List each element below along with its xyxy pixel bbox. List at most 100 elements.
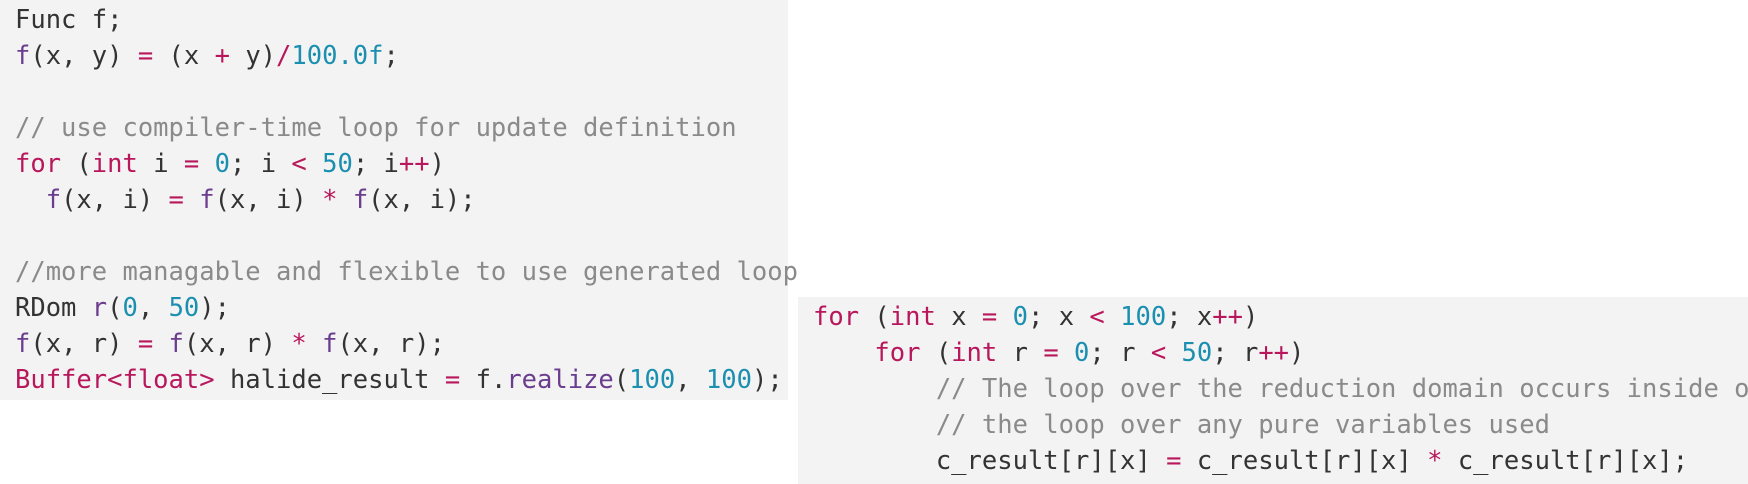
code-token: int [951,338,998,368]
code-token: ++ [1258,338,1290,368]
code-line: Buffer<float> halide_result = f.realize(… [15,362,788,398]
code-token: f [322,329,338,359]
code-line: // use compiler-time loop for update def… [15,110,788,146]
code-token: = [444,365,461,395]
code-token: ) [1242,302,1259,332]
code-token: (x, i) [214,185,323,215]
code-token: < [291,149,307,179]
code-token: ( [613,365,630,395]
code-token: , [675,365,706,395]
code-token: (x [153,41,215,71]
code-token: f [15,329,31,359]
code-token: 0 [1074,338,1090,368]
code-token: r [997,338,1044,368]
code-token: = [1043,338,1059,368]
code-line: // The loop over the reduction domain oc… [813,371,1748,407]
code-line: c_result[r][x] = c_result[r][x] * c_resu… [813,443,1748,479]
code-token: ( [107,293,123,323]
code-token: Func f; [15,5,123,35]
code-token: 0 [214,149,230,179]
code-token: < [1150,338,1167,368]
code-token: = [137,41,154,71]
code-token: c_result[r][x]; [1442,446,1689,476]
code-token: 0 [1012,302,1028,332]
code-token: for [874,338,921,368]
code-token: 50 [1181,338,1213,368]
code-token: (x, r) [183,329,292,359]
code-token: f [352,185,369,215]
code-token: f [168,329,184,359]
code-token: ++ [398,149,430,179]
code-token: f [199,185,215,215]
code-line: for (int i = 0; i < 50; i++) [15,146,788,182]
code-token: x [935,302,982,332]
code-token: ; i [352,149,399,179]
code-token: // use compiler-time loop for update def… [15,113,737,143]
code-token: = [183,149,200,179]
code-token: ; x [1027,302,1090,332]
code-token: f. [460,365,507,395]
code-token: = [137,329,154,359]
code-token: ( [61,149,92,179]
code-token: Buffer<float> [15,365,215,395]
code-token: = [168,185,184,215]
code-token: 100.0f [291,41,384,71]
code-token: ) [1289,338,1305,368]
code-token: (x, i); [368,185,476,215]
code-token: (x, r) [30,329,138,359]
code-token: c_result[r][x] [813,446,1167,476]
code-token: + [214,41,230,71]
code-token: 100 [629,365,676,395]
code-token: 100 [705,365,752,395]
code-token: ++ [1212,302,1243,332]
code-token: ); [751,365,783,395]
code-token: 100 [1120,302,1167,332]
code-token: realize [506,365,614,395]
code-token: (x, i) [61,185,169,215]
code-token: ); [199,293,230,323]
code-token: ; r [1089,338,1151,368]
code-line: f(x, y) = (x + y)/100.0f; [15,38,788,74]
code-token: (x, r); [337,329,445,359]
code-line: RDom r(0, 50); [15,290,788,326]
code-token: * [322,185,338,215]
code-token: halide_result [214,365,445,395]
code-line: f(x, i) = f(x, i) * f(x, i); [15,182,788,218]
code-token: / [276,41,292,71]
code-token: i [137,149,184,179]
code-token: < [1089,302,1105,332]
code-block-halide: Func f; f(x, y) = (x + y)/100.0f; // use … [0,0,798,400]
code-token: ; i [229,149,292,179]
code-token: f [15,41,31,71]
code-token: int [91,149,138,179]
code-token: c_result[r][x] [1181,446,1428,476]
code-token: * [1427,446,1443,476]
code-token: 0 [122,293,138,323]
code-token: ; [383,41,399,71]
code-token: 50 [168,293,200,323]
code-token: int [889,302,936,332]
code-token: ; r [1212,338,1259,368]
code-line: // the loop over any pure variables used [813,407,1748,443]
code-token: y) [229,41,277,71]
code-token: = [1166,446,1182,476]
code-line: f(x, r) = f(x, r) * f(x, r); [15,326,788,362]
code-token: ( [859,302,890,332]
code-token: // the loop over any pure variables used [935,410,1550,440]
code-line: for (int x = 0; x < 100; x++) [813,299,1748,335]
